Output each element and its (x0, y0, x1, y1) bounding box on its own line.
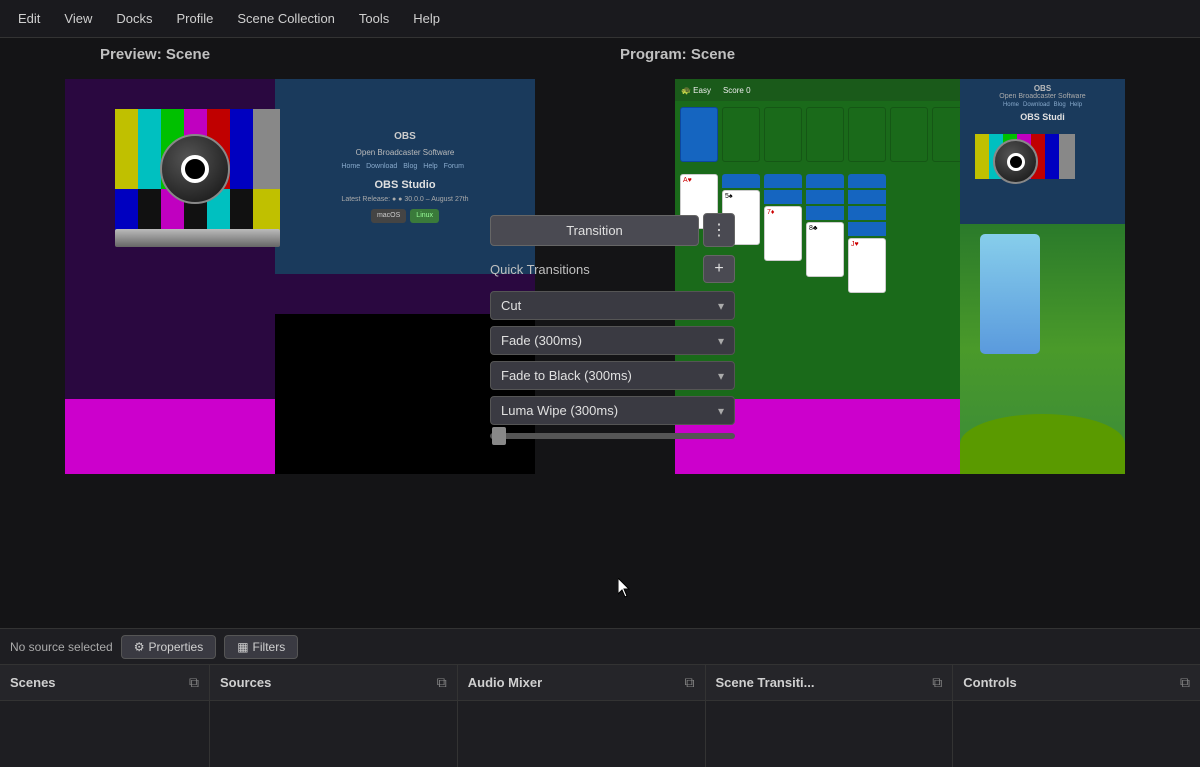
scene-transitions-dock-title: Scene Transiti... (716, 675, 815, 690)
audio-mixer-dock-title: Audio Mixer (468, 675, 542, 690)
transition-slider[interactable] (490, 433, 735, 439)
properties-label: Properties (149, 640, 204, 654)
menu-help[interactable]: Help (403, 7, 450, 30)
luma-wipe-transition-label: Luma Wipe (300ms) (501, 403, 618, 418)
cursor (618, 578, 630, 596)
sources-dock-content (210, 701, 457, 767)
scene-transitions-panel: Scene Transiti... ⧉ (706, 665, 954, 767)
source-bar: No source selected ⚙ Properties ▦ Filter… (0, 629, 1200, 665)
preview-area: Preview: Scene OBS Open Broadcaster Soft… (0, 38, 1200, 628)
source-status: No source selected (10, 640, 113, 654)
dock-panels: Scenes ⧉ Sources ⧉ Audio Mixer ⧉ Scene T… (0, 665, 1200, 767)
transition-options-button[interactable]: ⋮ (703, 213, 735, 247)
quick-transitions-row: Quick Transitions + (490, 253, 735, 285)
transition-slider-row (490, 431, 735, 441)
cut-transition-dropdown[interactable]: Cut ▾ (490, 291, 735, 320)
fade-chevron-icon: ▾ (718, 334, 724, 348)
transition-panel: Transition ⋮ Quick Transitions + Cut ▾ F… (490, 213, 735, 441)
controls-dock-float-icon[interactable]: ⧉ (1180, 674, 1190, 691)
fade-black-transition-dropdown[interactable]: Fade to Black (300ms) ▾ (490, 361, 735, 390)
menu-view[interactable]: View (54, 7, 102, 30)
sources-panel: Sources ⧉ (210, 665, 458, 767)
transition-slider-thumb (492, 427, 506, 445)
scenes-dock-title: Scenes (10, 675, 56, 690)
scenes-dock-content (0, 701, 209, 767)
fade-black-chevron-icon: ▾ (718, 369, 724, 383)
preview-right-label: Program: Scene (600, 38, 735, 69)
filter-icon: ▦ (237, 640, 248, 654)
fade-black-transition-label: Fade to Black (300ms) (501, 368, 632, 383)
sources-dock-header: Sources ⧉ (210, 665, 457, 701)
fade-transition-dropdown[interactable]: Fade (300ms) ▾ (490, 326, 735, 355)
gear-icon: ⚙ (134, 640, 145, 654)
menu-edit[interactable]: Edit (8, 7, 50, 30)
scenes-dock-float-icon[interactable]: ⧉ (189, 674, 199, 691)
controls-dock-title: Controls (963, 675, 1016, 690)
luma-wipe-transition-dropdown[interactable]: Luma Wipe (300ms) ▾ (490, 396, 735, 425)
bottom-bar: No source selected ⚙ Properties ▦ Filter… (0, 628, 1200, 766)
transition-header: Transition ⋮ (490, 213, 735, 247)
audio-mixer-dock-header: Audio Mixer ⧉ (458, 665, 705, 701)
preview-left-canvas[interactable]: OBS Open Broadcaster Software HomeDownlo… (65, 79, 535, 474)
fade-transition-label: Fade (300ms) (501, 333, 582, 348)
controls-panel: Controls ⧉ (953, 665, 1200, 767)
properties-button[interactable]: ⚙ Properties (121, 635, 216, 659)
menu-bar: Edit View Docks Profile Scene Collection… (0, 0, 1200, 38)
menu-docks[interactable]: Docks (106, 7, 162, 30)
cut-transition-label: Cut (501, 298, 521, 313)
add-quick-transition-button[interactable]: + (703, 255, 735, 283)
menu-scene-collection[interactable]: Scene Collection (227, 7, 345, 30)
menu-profile[interactable]: Profile (166, 7, 223, 30)
cut-chevron-icon: ▾ (718, 299, 724, 313)
preview-right-canvas[interactable]: 🐢 Easy Score 0 0:00 A♥ (675, 79, 1125, 474)
luma-wipe-chevron-icon: ▾ (718, 404, 724, 418)
audio-mixer-dock-content (458, 701, 705, 767)
scenes-dock-header: Scenes ⧉ (0, 665, 209, 701)
audio-mixer-dock-float-icon[interactable]: ⧉ (685, 674, 695, 691)
sources-dock-title: Sources (220, 675, 271, 690)
transition-button[interactable]: Transition (490, 215, 699, 246)
menu-tools[interactable]: Tools (349, 7, 399, 30)
filters-button[interactable]: ▦ Filters (224, 635, 298, 659)
quick-transitions-label: Quick Transitions (490, 262, 590, 277)
scene-transitions-dock-content (706, 701, 953, 767)
sources-dock-float-icon[interactable]: ⧉ (437, 674, 447, 691)
audio-mixer-panel: Audio Mixer ⧉ (458, 665, 706, 767)
preview-left-label: Preview: Scene (0, 38, 210, 69)
controls-dock-header: Controls ⧉ (953, 665, 1200, 701)
scene-transitions-dock-float-icon[interactable]: ⧉ (932, 674, 942, 691)
controls-dock-content (953, 701, 1200, 767)
scenes-panel: Scenes ⧉ (0, 665, 210, 767)
scene-transitions-dock-header: Scene Transiti... ⧉ (706, 665, 953, 701)
filters-label: Filters (253, 640, 286, 654)
